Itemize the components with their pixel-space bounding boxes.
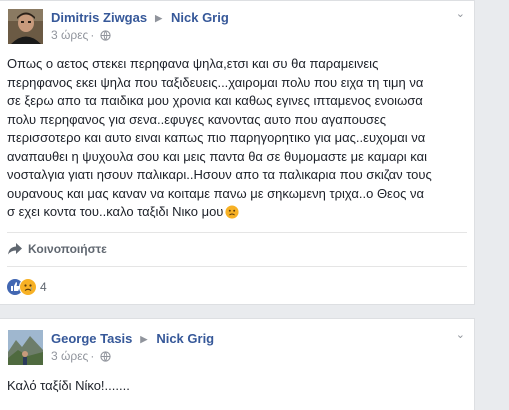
share-arrow-icon: [8, 243, 22, 255]
post-timestamp[interactable]: 3 ώρες: [51, 28, 88, 42]
author-avatar[interactable]: [8, 9, 43, 44]
globe-icon: [100, 351, 111, 365]
divider: [7, 232, 467, 233]
post-meta: 3 ώρες ·: [51, 28, 111, 44]
target-name-link[interactable]: Nick Grig: [156, 331, 214, 346]
post-dimitris: Dimitris Ziwgas ▶ Nick Grig 3 ώρες · ⌄ Οπως…: [0, 0, 475, 305]
post-text-line: πολυ περηφανος για σενα..εφυγες κανοντας…: [7, 111, 387, 127]
chevron-down-icon[interactable]: ⌄: [456, 7, 465, 20]
arrow-right-icon: ▶: [140, 334, 148, 344]
author-name-link[interactable]: Dimitris Ziwgas: [51, 10, 147, 25]
share-label: Κοινοποιήστε: [28, 242, 107, 256]
author-name-link[interactable]: George Tasis: [51, 331, 132, 346]
post-header: George Tasis ▶ Nick Grig: [51, 331, 214, 346]
post-text-line: σε ξερω απο τα παιδικα μου χρονια και κα…: [7, 93, 423, 108]
post-timestamp[interactable]: 3 ώρες: [51, 349, 88, 363]
sad-face-emoji-icon: [225, 205, 239, 219]
post-header: Dimitris Ziwgas ▶ Nick Grig: [51, 10, 229, 25]
arrow-right-icon: ▶: [155, 13, 162, 23]
post-body: Καλό ταξίδι Νίκο!.......: [7, 377, 467, 396]
post-body: Οπως ο αετος στεκει περηφανα ψηλα,ετσι κ…: [7, 55, 467, 222]
post-text: Καλό ταξίδι Νίκο!.......: [7, 378, 130, 393]
globe-icon: [100, 30, 111, 44]
reactions-summary[interactable]: 4: [6, 278, 47, 296]
post-text-line: αναπαυθει η ψυχουλα σου και μεις παντα θ…: [7, 148, 428, 164]
post-text-line: περισσοτερο και αυτο ειναι καπως πιο παρ…: [7, 130, 426, 145]
post-text-line: περηφανος εκει ψηλα που ταξιδευεις...χαι…: [7, 74, 424, 90]
post-text-line: νοσταλγια γιατι ησουν παλικαρι..Ησουν απ…: [7, 167, 432, 182]
post-text-line: ουρανους και μας καναν να κοιταμε πανω μ…: [7, 185, 424, 201]
target-name-link[interactable]: Nick Grig: [171, 10, 229, 25]
scrollbar-track[interactable]: [504, 0, 509, 406]
post-text-line: Οπως ο αετος στεκει περηφανα ψηλα,ετσι κ…: [7, 56, 379, 71]
share-button[interactable]: Κοινοποιήστε: [8, 242, 107, 256]
post-george: George Tasis ▶ Nick Grig 3 ώρες · ⌄ Καλό τα…: [0, 318, 475, 410]
sad-reaction-icon: [19, 278, 37, 296]
reaction-count: 4: [40, 280, 47, 294]
post-meta: 3 ώρες ·: [51, 349, 111, 365]
author-avatar[interactable]: [8, 330, 43, 365]
chevron-down-icon[interactable]: ⌄: [456, 328, 465, 341]
post-text-line: σ εχει κοντα του..καλο ταξιδι Νικο μου: [7, 203, 467, 222]
divider: [7, 266, 467, 267]
